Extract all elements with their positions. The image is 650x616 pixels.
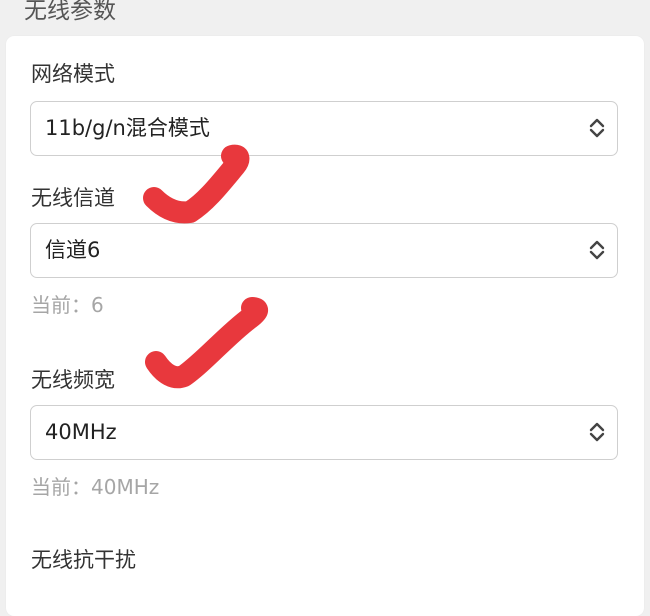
network-mode-select[interactable]: 11b/g/n混合模式 (30, 101, 618, 156)
chevron-up-down-icon (589, 118, 605, 138)
anti-interference-label: 无线抗干扰 (31, 548, 136, 572)
chevron-up-down-icon (589, 240, 605, 260)
network-mode-label: 网络模式 (31, 62, 115, 86)
channel-select[interactable]: 信道6 (30, 223, 618, 278)
channel-value: 信道6 (45, 238, 101, 262)
channel-current-hint: 当前：6 (31, 293, 104, 317)
bandwidth-current-hint: 当前：40MHz (31, 475, 160, 499)
chevron-up-down-icon (589, 422, 605, 442)
channel-label: 无线信道 (31, 186, 115, 210)
section-title: 无线参数 (24, 0, 116, 24)
bandwidth-label: 无线频宽 (31, 368, 115, 392)
bandwidth-select[interactable]: 40MHz (30, 405, 618, 460)
bandwidth-value: 40MHz (45, 420, 117, 444)
network-mode-value: 11b/g/n混合模式 (45, 116, 210, 140)
